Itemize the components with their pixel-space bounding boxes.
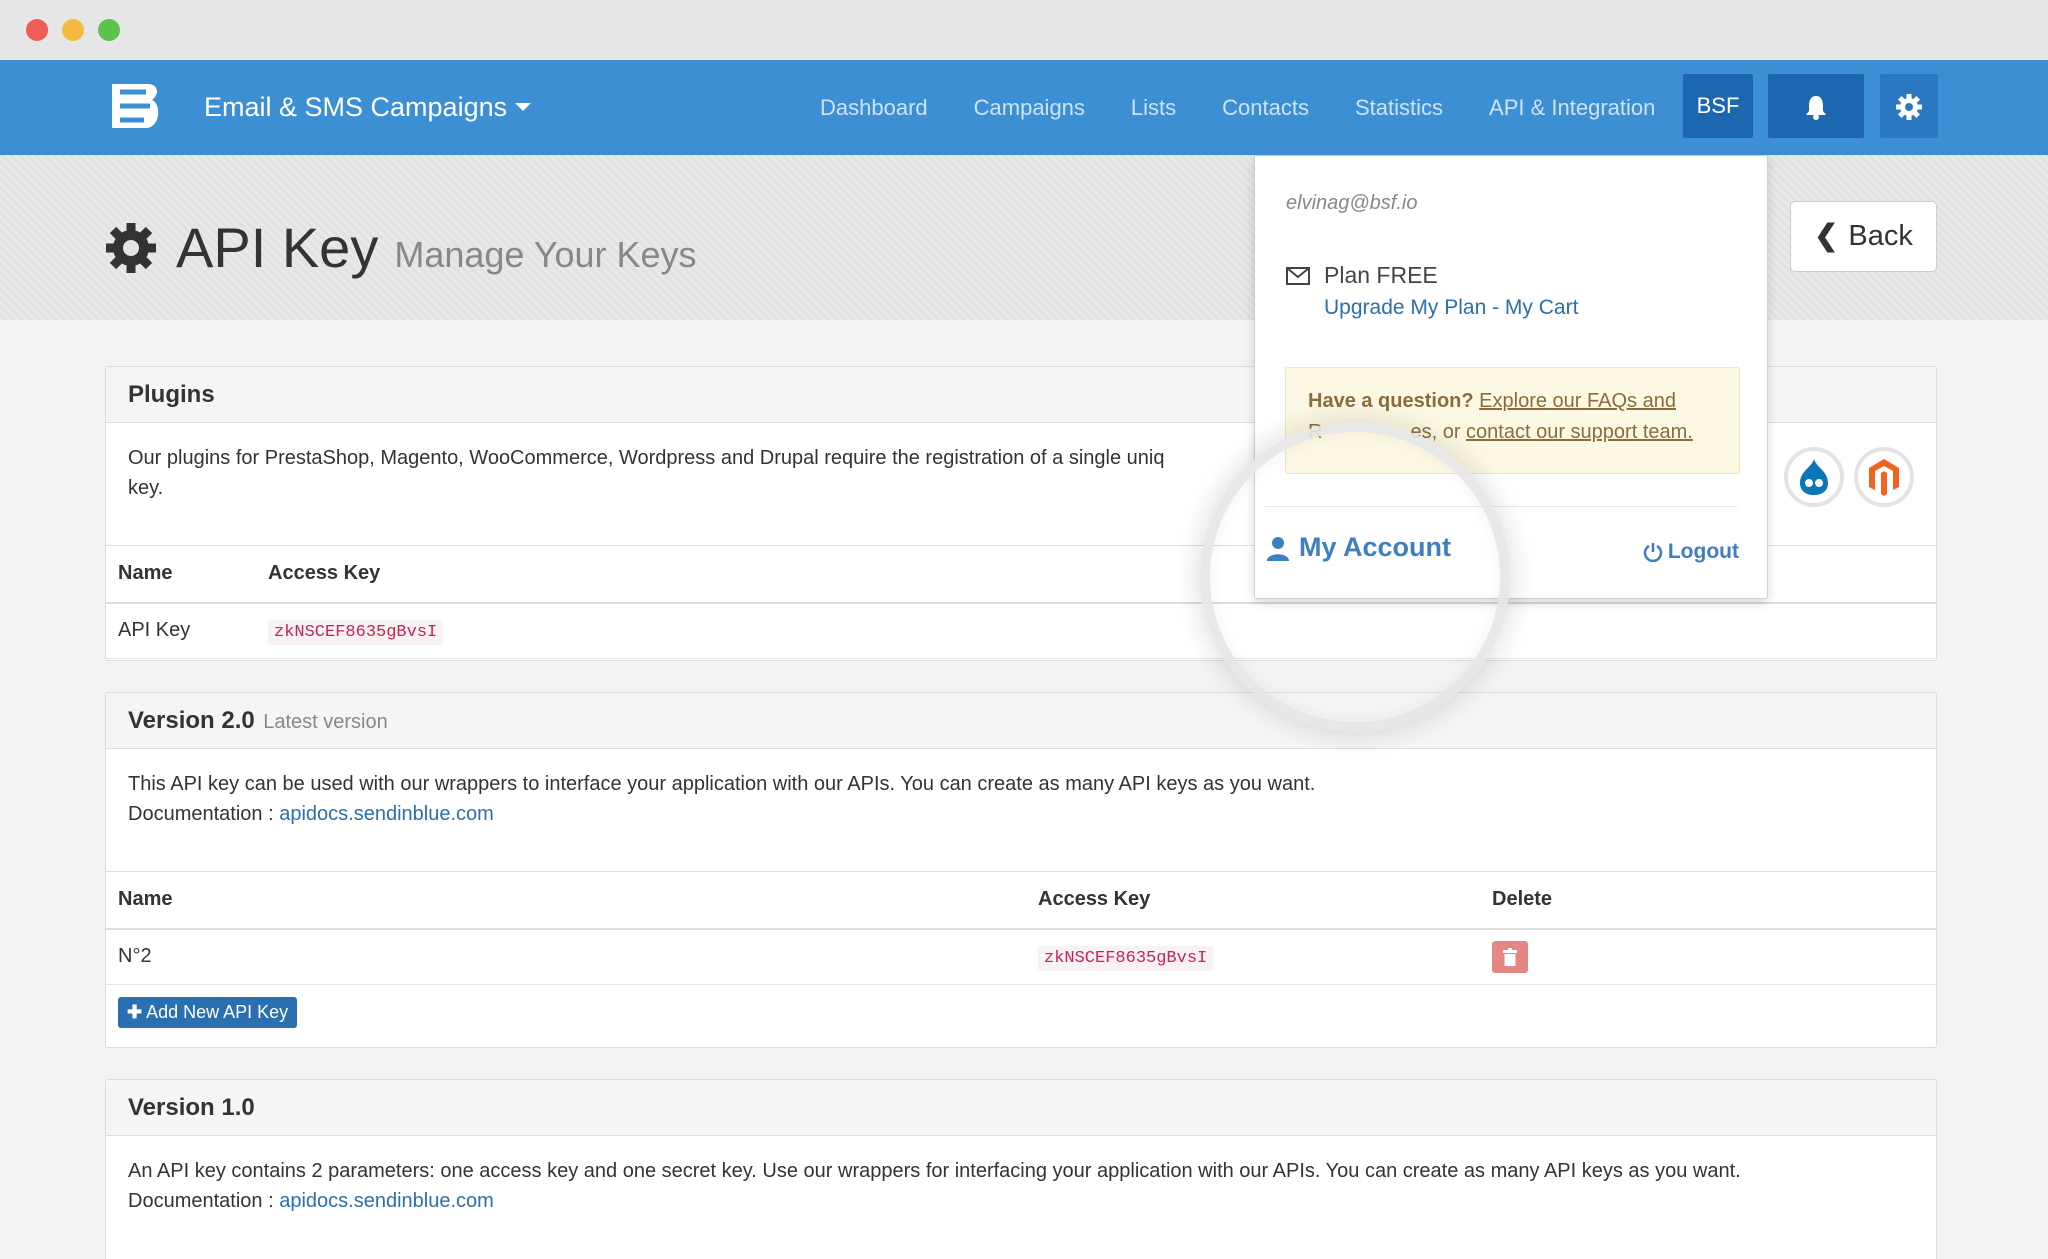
account-menu-button[interactable]: BSF — [1683, 74, 1753, 138]
version-2-panel: Version 2.0 Latest version This API key … — [105, 692, 1937, 1048]
gear-icon — [106, 222, 156, 273]
window-titlebar — [0, 0, 2048, 60]
column-header-access-key: Access Key — [1026, 871, 1480, 930]
key-delete-cell — [1480, 928, 1936, 985]
plus-icon: ✚ — [127, 1002, 143, 1023]
nav-dashboard[interactable]: Dashboard — [820, 60, 928, 155]
nav-statistics[interactable]: Statistics — [1355, 60, 1443, 155]
table-header-row: Name Access Key Delete — [106, 871, 1936, 930]
gear-icon — [1896, 94, 1922, 121]
version-2-description-text: This API key can be used with our wrappe… — [128, 773, 1316, 795]
version-1-panel: Version 1.0 An API key contains 2 parame… — [105, 1079, 1937, 1259]
key-access-cell: zkNSCEF8635gBvsI — [1026, 928, 1480, 985]
add-key-row: ✚ Add New API Key — [106, 985, 1936, 1041]
version-1-description-text: An API key contains 2 parameters: one ac… — [128, 1160, 1741, 1182]
version-1-doc-line: Documentation : apidocs.sendinblue.com — [128, 1186, 1914, 1216]
version-2-doc-line: Documentation : apidocs.sendinblue.com — [128, 799, 1914, 829]
add-new-api-key-button[interactable]: ✚ Add New API Key — [118, 997, 298, 1029]
doc-label: Documentation : — [128, 803, 280, 825]
version-2-header: Version 2.0 Latest version — [106, 693, 1936, 749]
version-2-subtitle: Latest version — [263, 711, 388, 733]
nav-campaigns[interactable]: Campaigns — [974, 60, 1085, 155]
help-question: Have a question? — [1308, 390, 1474, 412]
nav-contacts[interactable]: Contacts — [1222, 60, 1309, 155]
magento-plugin-icon[interactable] — [1854, 447, 1914, 507]
user-icon — [1267, 536, 1289, 561]
version-1-header: Version 1.0 — [106, 1080, 1936, 1136]
plugins-title: Plugins — [128, 381, 215, 408]
notifications-button[interactable] — [1768, 74, 1864, 138]
logout-label: Logout — [1667, 540, 1739, 563]
top-navbar: Email & SMS Campaigns Dashboard Campaign… — [0, 60, 2048, 155]
faq-link[interactable]: Explore our FAQs and — [1479, 390, 1676, 412]
trash-icon — [1503, 947, 1517, 966]
version-1-title: Version 1.0 — [128, 1094, 255, 1121]
plan-info: Plan FREE — [1286, 262, 1438, 289]
close-window-button[interactable] — [26, 19, 48, 41]
account-email: elvinag@bsf.io — [1286, 192, 1418, 214]
link-separator: - — [1486, 296, 1505, 319]
help-partial-end: es, or — [1410, 421, 1461, 443]
minimize-window-button[interactable] — [62, 19, 84, 41]
delete-key-button[interactable] — [1492, 940, 1528, 973]
magento-icon — [1869, 459, 1899, 496]
access-key-code[interactable]: zkNSCEF8635gBvsI — [268, 620, 444, 646]
nav-api-integration[interactable]: API & Integration — [1489, 60, 1655, 155]
help-alert: Have a question? Explore our FAQs and Re… — [1285, 367, 1740, 474]
access-key-code[interactable]: zkNSCEF8635gBvsI — [1038, 946, 1214, 972]
page-title-group: API Key Manage Your Keys — [104, 215, 697, 280]
page-title: API Key — [176, 216, 379, 279]
dropdown-divider — [1265, 506, 1737, 507]
plugin-icons — [1774, 447, 1914, 507]
help-partial-text: R — [1308, 421, 1323, 443]
back-button[interactable]: ❮ Back — [1790, 201, 1937, 272]
version-2-title: Version 2.0 — [128, 707, 255, 734]
column-header-name: Name — [106, 871, 1026, 930]
drupal-icon — [1800, 459, 1828, 495]
key-name: API Key — [106, 602, 256, 659]
envelope-icon — [1286, 266, 1310, 285]
plan-links: Upgrade My Plan - My Cart — [1324, 296, 1578, 320]
doc-label: Documentation : — [128, 1190, 280, 1212]
version-1-description: An API key contains 2 parameters: one ac… — [106, 1136, 1936, 1236]
chevron-left-icon: ❮ — [1814, 220, 1839, 252]
brand-label: Email & SMS Campaigns — [204, 92, 508, 122]
my-account-label: My Account — [1299, 532, 1452, 562]
account-dropdown: elvinag@bsf.io Plan FREE Upgrade My Plan… — [1254, 155, 1768, 599]
table-row: API Key zkNSCEF8635gBvsI — [106, 602, 1936, 659]
brand-menu[interactable]: Email & SMS Campaigns — [204, 60, 532, 155]
power-icon — [1643, 543, 1663, 562]
add-new-api-key-label: Add New API Key — [146, 1002, 289, 1023]
add-key-cell: ✚ Add New API Key — [106, 985, 1936, 1041]
nav-lists[interactable]: Lists — [1131, 60, 1176, 155]
back-label: Back — [1848, 220, 1913, 252]
key-access-cell: zkNSCEF8635gBvsI — [256, 602, 1936, 659]
key-name: N°2 — [106, 928, 1026, 985]
my-account-link[interactable]: My Account — [1265, 532, 1451, 563]
settings-button[interactable] — [1880, 74, 1938, 138]
brand-logo-icon[interactable] — [104, 76, 164, 136]
maximize-window-button[interactable] — [98, 19, 120, 41]
doc-link[interactable]: apidocs.sendinblue.com — [279, 803, 494, 825]
page-subtitle: Manage Your Keys — [394, 234, 697, 275]
version-2-description: This API key can be used with our wrappe… — [106, 749, 1936, 871]
column-header-delete: Delete — [1480, 871, 1936, 930]
table-row: N°2 zkNSCEF8635gBvsI — [106, 928, 1936, 985]
main-nav: Dashboard Campaigns Lists Contacts Stati… — [820, 60, 1701, 155]
doc-link[interactable]: apidocs.sendinblue.com — [279, 1190, 494, 1212]
bell-icon — [1806, 96, 1826, 121]
drupal-plugin-icon[interactable] — [1784, 447, 1844, 507]
support-link[interactable]: contact our support team. — [1466, 421, 1693, 443]
logout-link[interactable]: Logout — [1643, 540, 1739, 564]
plan-label: Plan FREE — [1324, 262, 1438, 288]
my-cart-link[interactable]: My Cart — [1505, 296, 1579, 319]
column-header-name: Name — [106, 545, 256, 604]
upgrade-plan-link[interactable]: Upgrade My Plan — [1324, 296, 1486, 319]
caret-down-icon — [515, 102, 532, 111]
version-2-key-table: Name Access Key Delete N°2 zkNSCEF8635gB… — [106, 871, 1936, 1041]
